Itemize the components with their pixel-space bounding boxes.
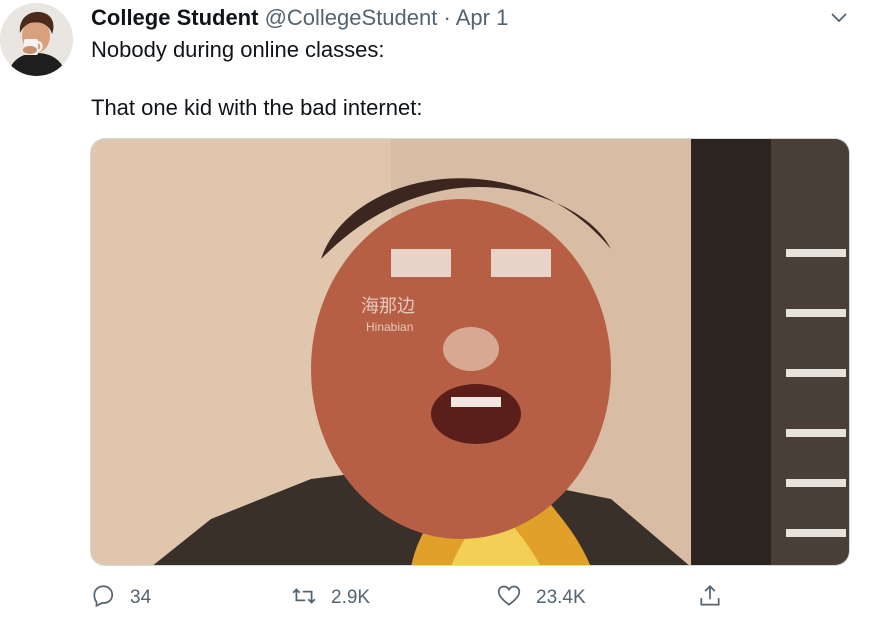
like-count: 23.4K xyxy=(536,587,586,608)
tweet-header: College Student @CollegeStudent · Apr 1 xyxy=(91,4,508,32)
share-icon xyxy=(697,583,723,614)
tweet-text-line-2: That one kid with the bad internet: xyxy=(91,95,423,120)
watermark-cn: 海那边 xyxy=(361,296,415,317)
separator-dot: · xyxy=(443,5,451,30)
reply-button[interactable]: 34 xyxy=(90,578,151,618)
retweet-button[interactable]: 2.9K xyxy=(291,578,370,618)
tweet-action-bar: 34 2.9K 23.4K xyxy=(0,578,871,618)
heart-icon xyxy=(496,583,522,614)
reply-count: 34 xyxy=(130,587,152,608)
tweet-text-line-1: Nobody during online classes: xyxy=(91,37,385,62)
reply-icon xyxy=(90,583,116,614)
retweet-icon xyxy=(291,583,317,614)
tweet-media-image[interactable]: 海那边 Hinabian xyxy=(90,138,850,566)
avatar[interactable] xyxy=(0,3,73,76)
user-handle[interactable]: @CollegeStudent xyxy=(265,5,438,30)
watermark-en: Hinabian xyxy=(366,320,413,334)
chevron-down-icon[interactable] xyxy=(829,7,849,27)
tweet-date[interactable]: Apr 1 xyxy=(456,5,509,30)
like-button[interactable]: 23.4K xyxy=(496,578,586,618)
share-button[interactable] xyxy=(697,578,723,618)
display-name[interactable]: College Student xyxy=(91,5,258,30)
retweet-count: 2.9K xyxy=(331,587,371,608)
